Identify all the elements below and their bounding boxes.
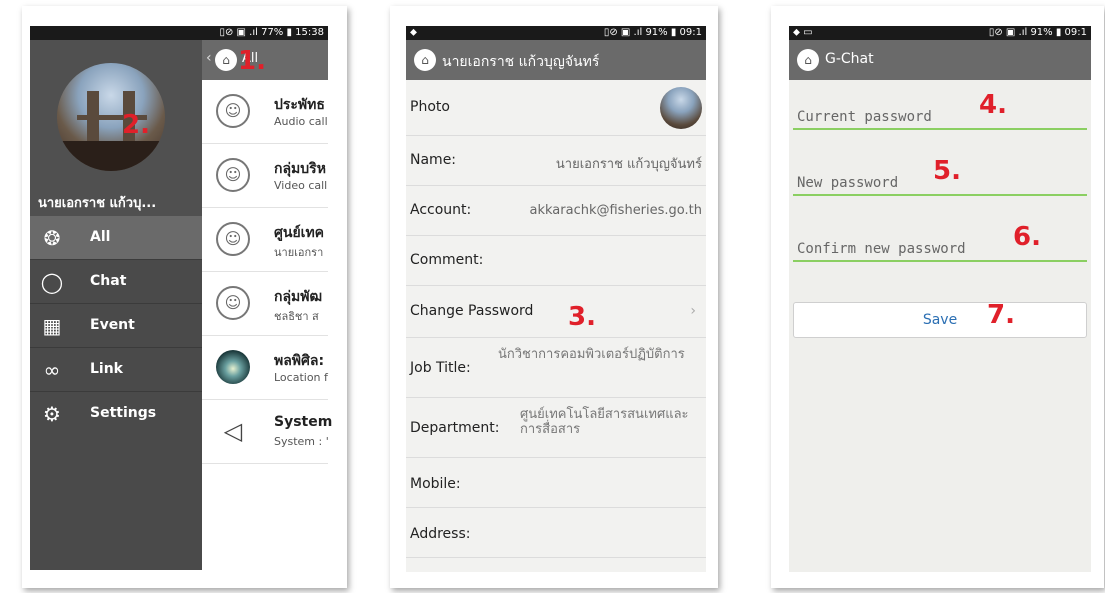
profile-header: ⌂ นายเอกราช แก้วบุญจันทร์ [406,40,706,80]
status-icons: ▯⊘ ▣ .ıl 91% ▮ 09:1 [603,27,702,38]
nav-item-settings[interactable]: ⚙ Settings [30,392,202,436]
screenshot-drawer: ▯⊘ ▣ .ıl 77% ▮ 15:38 นายเอกราช แก้วบุ...… [22,6,347,588]
row-photo[interactable]: Photo [406,80,706,136]
list-item[interactable]: ☺ กลุ่มพัฒ ชลธิชา ส [202,272,328,336]
nav-item-event[interactable]: ▦ Event [30,304,202,348]
annotation-6: 6. [1013,222,1041,252]
nav-item-label: Chat [90,273,127,289]
list-item[interactable]: ◁ System System : ' [202,400,332,464]
row-label: Job Title: [410,360,471,376]
phone-screen: ⬥ ▭ ▯⊘ ▣ .ıl 91% ▮ 09:1 ⌂ G-Chat Save 4.… [789,26,1091,572]
list-item[interactable]: พลพิศิล: Location f [202,336,328,400]
phone-screen: ⬥ ▯⊘ ▣ .ıl 91% ▮ 09:1 ⌂ นายเอกราช แก้วบุ… [406,26,706,572]
link-icon: ∞ [43,358,61,382]
nav-item-label: Link [90,361,123,377]
annotation-2: 2. [122,110,150,140]
app-logo-icon[interactable]: ⌂ [797,49,819,71]
row-label: Address: [410,526,471,542]
list-item-title: ศูนย์เทค [274,225,325,241]
row-account: Account: akkarachk@fisheries.go.th [406,186,706,236]
list-item[interactable]: ☺ ศูนย์เทค นายเอกรา [202,208,328,272]
list-item-subtitle: Audio call [274,115,328,128]
header-title: G-Chat [825,51,874,67]
group-icon: ☺ [216,158,250,192]
status-bar: ⬥ ▭ ▯⊘ ▣ .ıl 91% ▮ 09:1 [789,26,1091,40]
app-header: ⌂ G-Chat [789,40,1091,80]
app-logo-icon[interactable]: ⌂ [215,49,237,71]
current-password-field[interactable] [793,90,1087,130]
row-label: Name: [410,152,457,168]
save-button[interactable]: Save [793,302,1087,338]
photo-avatar-icon [216,350,250,384]
row-label: Mobile: [410,476,461,492]
drawer-header: นายเอกราช แก้วบุ... [30,40,202,216]
avatar [660,87,702,129]
row-value: นายเอกราช แก้วบุญจันทร์ [555,157,702,172]
status-bar: ⬥ ▯⊘ ▣ .ıl 91% ▮ 09:1 [406,26,706,40]
screenshot-profile: ⬥ ▯⊘ ▣ .ıl 91% ▮ 09:1 ⌂ นายเอกราช แก้วบุ… [390,6,718,588]
status-icons: ▯⊘ ▣ .ıl 91% ▮ 09:1 [988,27,1087,38]
notification-icon: ⬥ [410,27,417,38]
row-label: Account: [410,202,472,218]
row-mobile: Mobile: [406,458,706,508]
list-item-title: กลุ่มพัฒ [274,289,323,305]
annotation-1: 1. [238,46,266,76]
drawer-user-name: นายเอกราช แก้วบุ... [38,196,157,211]
gear-icon: ⚙ [43,402,61,426]
row-label: Photo [410,99,450,115]
row-label: Change Password [410,303,534,319]
row-comment[interactable]: Comment: [406,236,706,286]
chat-bubble-icon: ◯ [40,270,64,294]
list-item-title: System [274,414,333,430]
navigation-drawer: นายเอกราช แก้วบุ... ❂ All ◯ Chat ▦ Event… [30,40,202,570]
list-item-subtitle: นายเอกรา [274,246,324,259]
nav-item-label: Event [90,317,135,333]
confirm-password-field[interactable] [793,222,1087,262]
screenshot-change-password: ⬥ ▭ ▯⊘ ▣ .ıl 91% ▮ 09:1 ⌂ G-Chat Save 4.… [771,6,1104,588]
nav-item-all[interactable]: ❂ All [30,216,202,260]
row-value: akkarachk@fisheries.go.th [529,203,703,218]
row-label: Comment: [410,252,484,268]
list-item-title: ประพัทธ [274,97,325,113]
current-password-input[interactable] [797,109,1077,125]
nav-item-label: Settings [90,405,157,421]
group-icon: ☺ [216,222,250,256]
list-item-subtitle: Location f [274,371,328,384]
notification-icon: ⬥ ▭ [793,27,813,38]
status-bar: ▯⊘ ▣ .ıl 77% ▮ 15:38 [30,26,328,40]
row-value: นักวิชาการคอมพิวเตอร์ปฏิบัติการ [498,347,685,362]
app-logo-icon[interactable]: ⌂ [414,49,436,71]
all-icon: ❂ [43,226,61,250]
group-icon: ☺ [216,286,250,320]
row-label: Department: [410,420,500,436]
list-item[interactable]: ☺ ประพัทธ Audio call [202,80,328,144]
annotation-3: 3. [568,302,596,332]
list-item-subtitle: System : ' [274,435,329,448]
row-change-password[interactable]: Change Password › [406,286,706,338]
list-item-subtitle: Video call [274,179,328,192]
list-item[interactable]: ☺ กลุ่มบริห Video call [202,144,328,208]
nav-item-chat[interactable]: ◯ Chat [30,260,202,304]
row-job-title: Job Title: นักวิชาการคอมพิวเตอร์ปฏิบัติก… [406,338,706,398]
speaker-icon: ◁ [223,417,243,445]
list-item-title: พลพิศิล: [274,353,325,369]
list-item-subtitle: ชลธิชา ส [274,310,319,323]
chevron-right-icon: › [690,303,696,319]
header-title: นายเอกราช แก้วบุญจันทร์ [442,54,600,70]
back-icon[interactable]: ‹ [206,50,212,66]
annotation-5: 5. [933,156,961,186]
phone-screen: ▯⊘ ▣ .ıl 77% ▮ 15:38 นายเอกราช แก้วบุ...… [30,26,332,572]
row-value: ศูนย์เทคโนโลยีสารสนเทศและการสื่อสาร [520,407,689,437]
status-icons: ▯⊘ ▣ .ıl 77% ▮ 15:38 [219,27,324,38]
nav-item-link[interactable]: ∞ Link [30,348,202,392]
group-icon: ☺ [216,94,250,128]
annotation-7: 7. [987,300,1015,330]
nav-item-label: All [90,229,111,245]
row-address: Address: [406,508,706,558]
row-name: Name: นายเอกราช แก้วบุญจันทร์ [406,136,706,186]
row-department: Department: ศูนย์เทคโนโลยีสารสนเทศและการ… [406,398,706,458]
annotation-4: 4. [979,90,1007,120]
list-item-title: กลุ่มบริห [274,161,326,177]
calendar-icon: ▦ [42,314,62,338]
